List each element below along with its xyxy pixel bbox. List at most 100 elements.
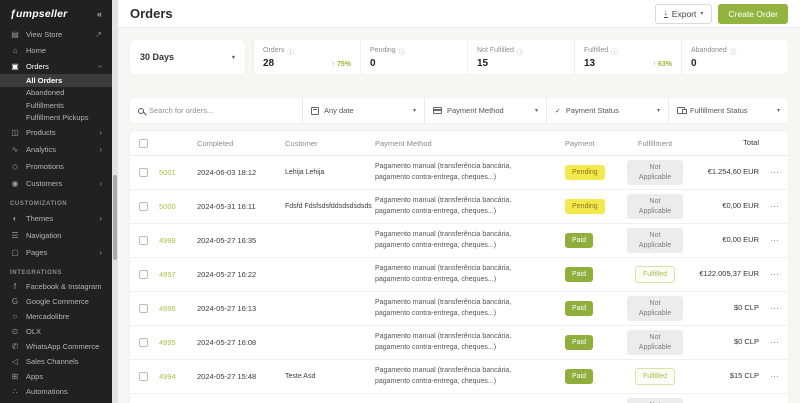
stat-label: Pending — [370, 47, 396, 54]
sidebar-item-all-orders[interactable]: All Orders — [0, 74, 112, 87]
sidebar-item-promotions[interactable]: ◇ Promotions — [0, 158, 112, 175]
sidebar-item-view-store[interactable]: ▤ View Store ↗ — [0, 26, 112, 42]
payment-method-filter-dropdown[interactable]: Payment Method ▾ — [424, 98, 546, 123]
row-checkbox[interactable] — [138, 202, 148, 211]
chevron-down-icon: › — [96, 64, 106, 68]
sidebar-item-olx[interactable]: ⊙ OLX — [0, 324, 112, 339]
search-orders-field[interactable] — [130, 98, 302, 123]
date-filter-dropdown[interactable]: Any date ▾ — [302, 98, 424, 123]
table-row[interactable]: 4994 2024-05-27 15:48 Teste Asd Pagament… — [130, 360, 788, 394]
payment-status-badge: Pending — [565, 164, 605, 181]
stat-card: Orders ⓘ 28 ↑ 75% — [253, 40, 360, 74]
sidebar-item-facebook-instagram[interactable]: f Facebook & Instagram — [0, 279, 112, 294]
apps-grid-icon: ⊞ — [11, 372, 19, 381]
sidebar-item-orders[interactable]: ▣ Orders › — [0, 58, 112, 74]
row-actions-button[interactable]: ⋯ — [762, 233, 788, 248]
table-row[interactable]: 4995 2024-05-27 16:08 Pagamento manual (… — [130, 326, 788, 360]
order-number-link[interactable]: 5001 — [156, 166, 194, 179]
sidebar-item-customers[interactable]: ◉ Customers › — [0, 175, 112, 192]
order-customer — [282, 239, 372, 243]
row-actions-button[interactable]: ⋯ — [762, 301, 788, 316]
info-icon[interactable]: ⓘ — [730, 46, 737, 56]
export-button[interactable]: ↓ Export ▾ — [654, 3, 713, 24]
sidebar-item-abandoned[interactable]: Abandoned — [0, 87, 112, 100]
order-number-link[interactable]: 4998 — [156, 234, 194, 247]
sidebar-item-google-commerce[interactable]: G Google Commerce — [0, 294, 112, 309]
payment-status-badge: Pending — [565, 198, 605, 215]
sidebar-item-analytics[interactable]: ∿ Analytics › — [0, 141, 112, 158]
order-number-link[interactable]: 4995 — [156, 336, 194, 349]
row-actions-button[interactable]: ⋯ — [762, 199, 788, 214]
sidebar: ƒumpseller « ▤ View Store ↗ ⌂ Home ▣ Ord… — [0, 0, 112, 403]
search-input[interactable] — [149, 106, 279, 115]
sidebar-item-automations[interactable]: ∴ Automations — [0, 384, 112, 399]
table-row[interactable]: 4998 2024-05-27 16:35 Pagamento manual (… — [130, 224, 788, 258]
order-total: €1.254,60 EUR — [707, 167, 759, 177]
stat-label: Fulfilled — [584, 47, 609, 54]
order-number-link[interactable]: 4996 — [156, 302, 194, 315]
table-row[interactable]: 5001 2024-06-03 18:12 Lehija Lehija Paga… — [130, 156, 788, 190]
scrollbar-thumb[interactable] — [113, 175, 117, 260]
info-icon[interactable]: ⓘ — [611, 46, 618, 56]
stat-card: Not Fulfilled ⓘ 15 — [467, 40, 574, 74]
external-link-icon: ↗ — [95, 29, 102, 39]
order-total: $15 CLP — [729, 371, 759, 381]
row-checkbox[interactable] — [138, 270, 148, 279]
order-completed-date: 2024-05-27 16:13 — [197, 304, 257, 313]
collapse-sidebar-icon[interactable]: « — [97, 9, 102, 19]
row-checkbox[interactable] — [138, 338, 148, 347]
payment-status-badge: Paid — [565, 266, 594, 283]
create-order-button[interactable]: Create Order — [718, 3, 788, 24]
sidebar-item-pages[interactable]: ▢ Pages › — [0, 244, 112, 261]
info-icon[interactable]: ⓘ — [287, 46, 294, 56]
sidebar-item-products[interactable]: ◫ Products › — [0, 124, 112, 141]
date-range-select[interactable]: 30 Days ▾ — [130, 40, 245, 74]
order-number-link[interactable]: 5000 — [156, 200, 194, 213]
info-icon[interactable]: ⓘ — [517, 46, 524, 56]
table-row[interactable]: 4997 2024-05-27 16:22 Pagamento manual (… — [130, 258, 788, 292]
order-number-link[interactable]: 4997 — [156, 268, 194, 281]
stat-label: Not Fulfilled — [477, 47, 514, 54]
row-checkbox[interactable] — [138, 304, 148, 313]
row-actions-button[interactable]: ⋯ — [762, 267, 788, 282]
sidebar-item-themes[interactable]: ◐ Themes › — [0, 210, 112, 227]
row-checkbox[interactable] — [138, 168, 148, 177]
box-icon: ◫ — [11, 128, 19, 137]
sidebar-item-sales-channels[interactable]: ◁ Sales Channels — [0, 354, 112, 369]
chevron-right-icon: › — [99, 179, 102, 188]
sidebar-item-fulfillment-pickups[interactable]: Fulfillment Pickups — [0, 112, 112, 125]
caret-down-icon: ▾ — [656, 108, 660, 114]
column-header-total: Total — [743, 137, 759, 147]
order-completed-date: 2024-06-03 18:12 — [197, 168, 257, 177]
fulfillment-status-badge: Not Applicable — [627, 329, 683, 356]
column-header-payment: Payment — [565, 138, 595, 148]
sidebar-item-navigation[interactable]: ☰ Navigation — [0, 227, 112, 244]
table-row[interactable]: Paid Not Applicable ⋯ — [130, 394, 788, 403]
order-number-link[interactable]: 4994 — [156, 370, 194, 383]
row-checkbox[interactable] — [138, 372, 148, 381]
sidebar-item-home[interactable]: ⌂ Home — [0, 42, 112, 58]
payment-status-filter-dropdown[interactable]: ✓ Payment Status ▾ — [546, 98, 668, 123]
sidebar-item-mercadolibre[interactable]: ○ Mercadolibre — [0, 309, 112, 324]
sidebar-scrollbar[interactable] — [112, 0, 118, 403]
table-row[interactable]: 5000 2024-05-31 16:11 Fdsfd Fdsfsdsfddsd… — [130, 190, 788, 224]
sidebar-item-fulfillments[interactable]: Fulfillments — [0, 99, 112, 112]
google-icon: G — [11, 297, 19, 306]
filters-bar: Any date ▾ Payment Method ▾ ✓ Payment St… — [130, 98, 788, 123]
sidebar-item-whatsapp-commerce[interactable]: ✆ WhatsApp Commerce — [0, 339, 112, 354]
stats-summary-card: Orders ⓘ 28 ↑ 75% Pending ⓘ 0 Not Fulfil… — [253, 40, 788, 74]
fulfillment-status-badge: Not Applicable — [627, 193, 683, 220]
table-row[interactable]: 4996 2024-05-27 16:13 Pagamento manual (… — [130, 292, 788, 326]
row-actions-button[interactable]: ⋯ — [762, 165, 788, 180]
check-icon: ✓ — [555, 107, 561, 115]
order-customer — [282, 307, 372, 311]
row-checkbox[interactable] — [138, 236, 148, 245]
row-actions-button[interactable]: ⋯ — [762, 369, 788, 384]
home-icon: ⌂ — [12, 45, 18, 55]
row-actions-button[interactable]: ⋯ — [762, 335, 788, 350]
fulfillment-status-filter-dropdown[interactable]: Fulfillment Status ▾ — [668, 98, 788, 123]
sidebar-item-apps[interactable]: ⊞ Apps — [0, 369, 112, 384]
select-all-checkbox[interactable] — [138, 138, 148, 148]
info-icon[interactable]: ⓘ — [399, 46, 406, 56]
order-payment-method: Pagamento manual (transferência bancária… — [375, 231, 512, 249]
